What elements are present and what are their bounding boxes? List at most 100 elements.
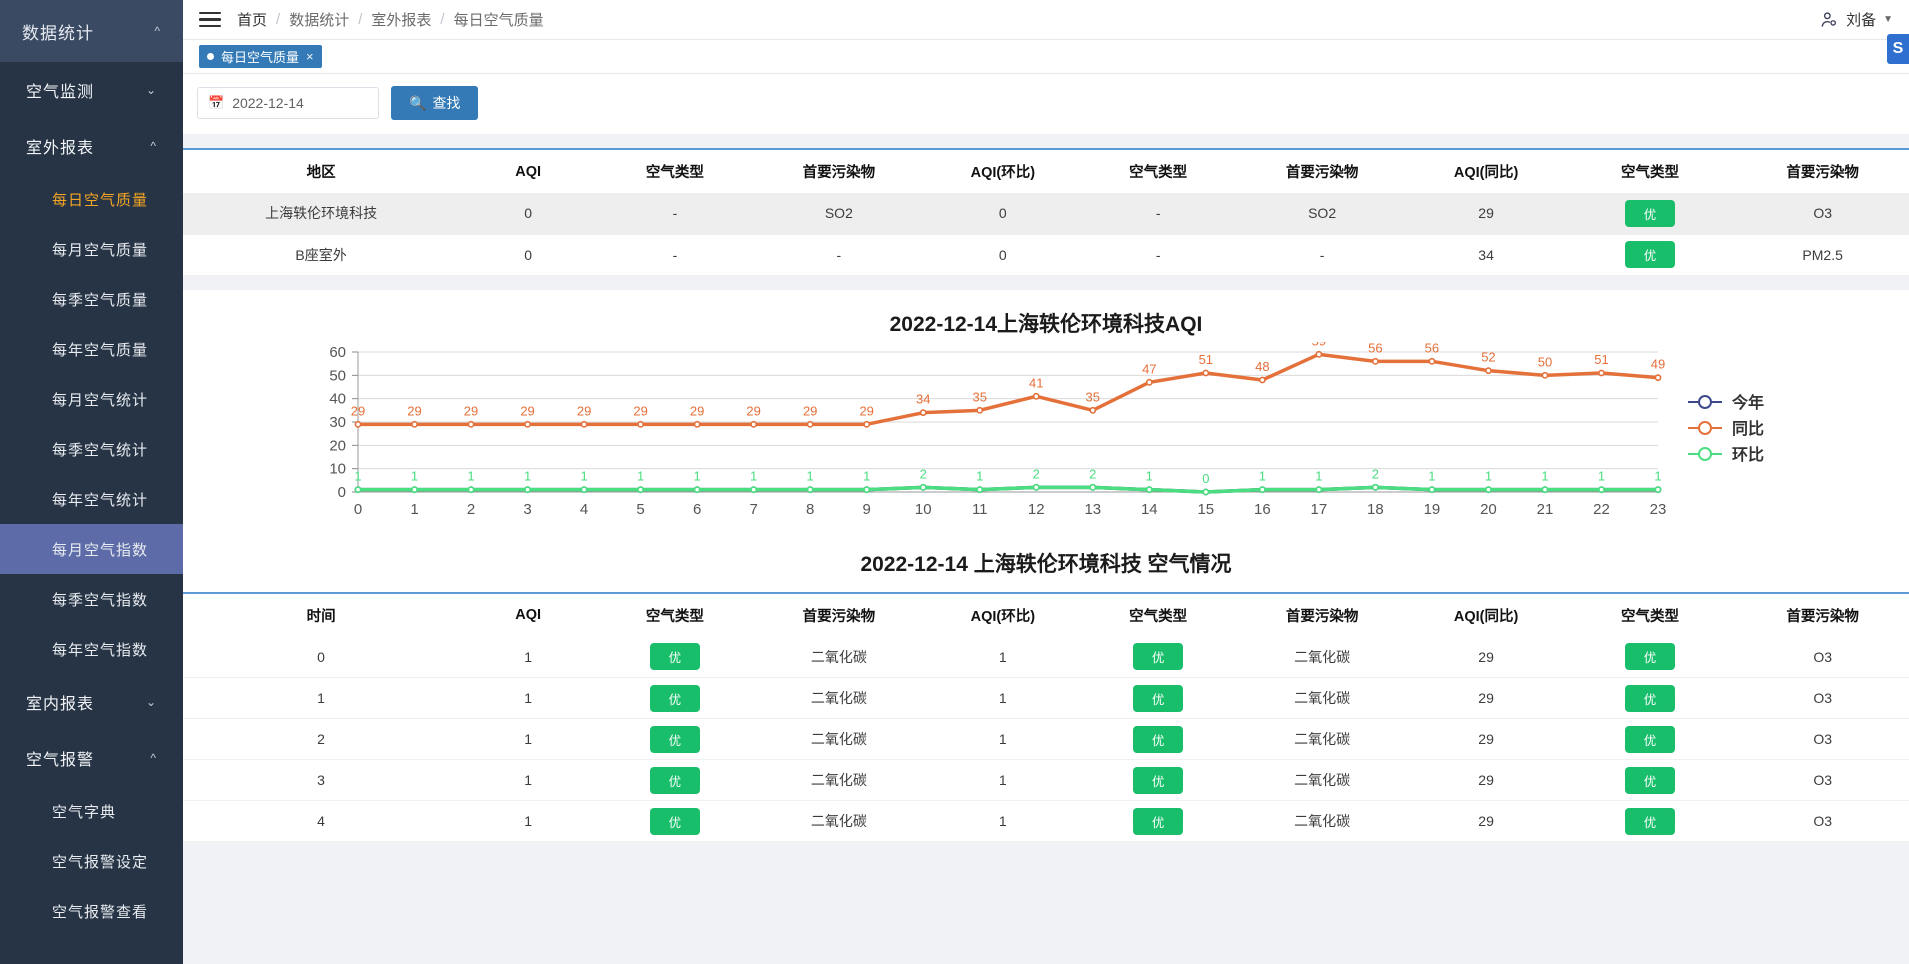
sidebar-group-air-alarm[interactable]: 空气报警 ^ <box>0 730 183 786</box>
sidebar-item-monthly-air-stats[interactable]: 每月空气统计 <box>0 374 183 424</box>
legend-marker <box>1698 394 1712 409</box>
breadcrumb-item-data-stats[interactable]: 数据统计 <box>289 9 349 30</box>
chevron-up-icon: ^ <box>154 24 161 38</box>
sidebar: 数据统计 ^ 空气监测 ⌄ 室外报表 ^ 每日空气质量 每月空气质量 每季空气质… <box>0 0 183 964</box>
data-label: 1 <box>411 468 418 483</box>
sidebar-item-quarterly-air-quality[interactable]: 每季空气质量 <box>0 274 183 324</box>
status-badge: 优 <box>1625 643 1676 671</box>
detail-header-row: 时间 AQI 空气类型 首要污染物 AQI(环比) 空气类型 首要污染物 AQI(同比) 空气类… <box>183 591 1909 637</box>
data-point <box>1428 357 1436 365</box>
hamburger-icon[interactable] <box>199 11 221 28</box>
status-badge: 优 <box>649 643 700 671</box>
data-point <box>1654 485 1662 493</box>
user-menu[interactable]: 刘备 ▼ <box>1819 9 1893 30</box>
table-cell: 优 <box>1563 800 1737 842</box>
table-cell: - <box>1235 234 1409 276</box>
sidebar-item-quarterly-air-stats[interactable]: 每季空气统计 <box>0 424 183 474</box>
sidebar-item-monthly-air-index[interactable]: 每月空气指数 <box>0 524 183 574</box>
sidebar-item-yearly-air-stats[interactable]: 每年空气统计 <box>0 474 183 524</box>
table-cell: 优 <box>1563 636 1737 678</box>
table-cell: - <box>752 234 926 276</box>
data-point <box>524 485 531 493</box>
table-cell: B座室外 <box>183 234 460 276</box>
breadcrumb-item-daily-air-quality[interactable]: 每日空气质量 <box>454 9 544 30</box>
x-tick-label: 10 <box>915 501 932 518</box>
data-label: 1 <box>750 468 757 483</box>
column-header: 首要污染物 <box>1736 591 1909 637</box>
column-header: 空气类型 <box>597 591 753 637</box>
data-label: 1 <box>1598 468 1605 483</box>
sidebar-item-air-alarm-settings[interactable]: 空气报警设定 <box>0 836 183 886</box>
sidebar-item-monthly-air-quality[interactable]: 每月空气质量 <box>0 224 183 274</box>
data-label: 1 <box>580 468 587 483</box>
sidebar-group-indoor-report[interactable]: 室内报表 ⌄ <box>0 674 183 730</box>
table-cell: - <box>1080 234 1236 276</box>
status-badge: 优 <box>1133 643 1184 671</box>
data-point <box>411 485 418 493</box>
sidebar-item-air-dictionary[interactable]: 空气字典 <box>0 786 183 836</box>
data-label: 1 <box>1485 468 1492 483</box>
breadcrumb-separator: / <box>276 11 281 28</box>
x-tick-label: 1 <box>410 501 418 518</box>
x-tick-label: 17 <box>1311 501 1328 518</box>
app-root: 数据统计 ^ 空气监测 ⌄ 室外报表 ^ 每日空气质量 每月空气质量 每季空气质… <box>0 0 1909 964</box>
sidebar-item-quarterly-air-index[interactable]: 每季空气指数 <box>0 574 183 624</box>
data-point <box>1485 485 1492 493</box>
summary-table-head: 地区 AQI 空气类型 首要污染物 AQI(环比) 空气类型 首要污染物 AQI(同比) 空气类… <box>183 148 1909 193</box>
search-bar: 📅 2022-12-14 🔍 查找 <box>183 74 1909 134</box>
sidebar-group-air-monitor[interactable]: 空气监测 ⌄ <box>0 62 183 118</box>
tab-daily-air-quality[interactable]: 每日空气质量 × <box>199 45 322 68</box>
data-point <box>919 408 927 416</box>
breadcrumb-item-outdoor-report[interactable]: 室外报表 <box>371 9 431 30</box>
status-badge: 优 <box>649 725 700 753</box>
sidebar-item-label: 空气字典 <box>52 803 117 821</box>
sidebar-item-label: 每月空气质量 <box>52 241 149 259</box>
data-point <box>1258 376 1266 383</box>
column-header: 空气类型 <box>597 148 753 193</box>
sidebar-item-label: 每年空气统计 <box>52 491 149 509</box>
y-tick-label: 20 <box>329 437 346 454</box>
status-badge: 优 <box>1625 725 1676 753</box>
column-header: 首要污染物 <box>752 591 926 637</box>
data-point <box>354 485 362 493</box>
close-icon[interactable]: × <box>306 49 314 64</box>
sidebar-item-daily-air-quality[interactable]: 每日空气质量 <box>0 174 183 224</box>
sidebar-item-yearly-air-index[interactable]: 每年空气指数 <box>0 624 183 674</box>
sidebar-group-outdoor-report[interactable]: 室外报表 ^ <box>0 118 183 174</box>
data-point <box>411 420 418 428</box>
date-input[interactable]: 📅 2022-12-14 <box>197 87 379 119</box>
table-cell: 0 <box>183 636 460 678</box>
table-cell: 1 <box>183 677 460 719</box>
search-button[interactable]: 🔍 查找 <box>391 86 479 120</box>
detail-table: 时间 AQI 空气类型 首要污染物 AQI(环比) 空气类型 首要污染物 AQI(同比) 空气类… <box>183 591 1909 842</box>
x-tick-label: 21 <box>1537 501 1554 518</box>
table-cell: 优 <box>1563 759 1737 801</box>
table-cell: 0 <box>459 234 598 276</box>
hamburger-line <box>199 11 221 15</box>
table-row: 上海轶伦环境科技 0- SO2 0- SO2 29 优 O3 <box>183 193 1909 235</box>
data-label: 50 <box>1538 354 1552 369</box>
breadcrumb-item-home[interactable]: 首页 <box>237 9 267 30</box>
data-point <box>1315 485 1323 493</box>
data-point <box>1485 366 1492 374</box>
x-tick-label: 9 <box>863 501 871 518</box>
data-point <box>693 485 701 493</box>
column-header: 空气类型 <box>1080 148 1236 193</box>
table-cell: 优 <box>597 677 753 719</box>
data-point <box>1428 485 1436 493</box>
sidebar-item-air-alarm-view[interactable]: 空气报警查看 <box>0 886 183 936</box>
table-cell: 二氧化碳 <box>1235 800 1409 842</box>
y-tick-label: 10 <box>329 460 346 477</box>
table-cell: 优 <box>597 636 753 678</box>
sidebar-item-yearly-air-quality[interactable]: 每年空气质量 <box>0 324 183 374</box>
side-toggle-badge[interactable]: S <box>1887 34 1909 64</box>
data-point <box>1202 369 1210 376</box>
sidebar-header[interactable]: 数据统计 ^ <box>0 0 183 62</box>
column-header: 首要污染物 <box>1235 591 1409 637</box>
data-point <box>750 485 758 493</box>
x-tick-label: 2 <box>467 501 475 518</box>
data-label: 35 <box>973 389 987 404</box>
data-label: 1 <box>354 468 361 483</box>
data-label: 29 <box>859 403 873 418</box>
table-row: B座室外 0- -0- -34 优 PM2.5 <box>183 234 1909 276</box>
